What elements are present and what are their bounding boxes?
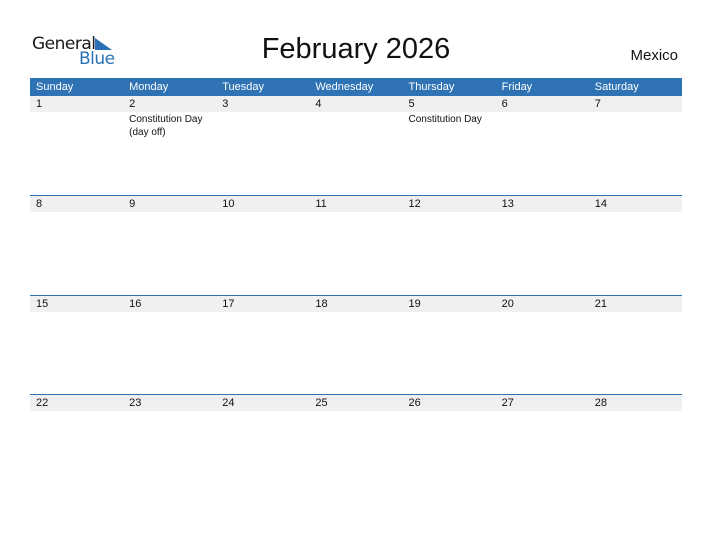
day-number: 18 xyxy=(315,298,328,310)
holiday-event xyxy=(589,312,682,313)
day-number: 16 xyxy=(129,298,142,310)
weekday-header: Sunday Monday Tuesday Wednesday Thursday… xyxy=(30,78,682,96)
day-number: 9 xyxy=(129,198,136,210)
holiday-event: Constitution Day (day off) xyxy=(129,114,203,138)
day-number: 14 xyxy=(594,198,607,210)
weekday-thursday: Thursday xyxy=(408,81,455,93)
holiday-event xyxy=(30,312,123,313)
events-row xyxy=(30,411,682,412)
day-number: 8 xyxy=(36,198,43,210)
week-row: 22 23 24 25 26 27 28 xyxy=(30,394,682,494)
holiday-event xyxy=(496,112,589,139)
holiday-event xyxy=(216,312,309,313)
day-number: 6 xyxy=(501,98,508,110)
holiday-event xyxy=(309,411,402,412)
holiday-event xyxy=(309,112,402,139)
day-number: 7 xyxy=(594,98,601,110)
day-number: 10 xyxy=(222,198,235,210)
day-number: 22 xyxy=(36,397,49,409)
day-number: 3 xyxy=(222,98,229,110)
holiday-event xyxy=(309,312,402,313)
day-number: 19 xyxy=(408,298,421,310)
day-number: 11 xyxy=(315,198,327,210)
day-number: 1 xyxy=(36,98,43,110)
holiday-event xyxy=(216,411,309,412)
day-number: 27 xyxy=(501,397,514,409)
day-number: 25 xyxy=(315,397,328,409)
weekday-monday: Monday xyxy=(129,81,169,93)
day-number-band: 8 9 10 11 12 13 14 xyxy=(30,196,682,212)
holiday-event xyxy=(403,411,496,412)
weekday-sunday: Sunday xyxy=(36,81,74,93)
day-number: 23 xyxy=(129,397,142,409)
holiday-event xyxy=(589,212,682,213)
holiday-event xyxy=(123,312,216,313)
day-number: 26 xyxy=(408,397,421,409)
weekday-tuesday: Tuesday xyxy=(222,81,265,93)
weekday-friday: Friday xyxy=(501,81,533,93)
week-row: 8 9 10 11 12 13 14 xyxy=(30,195,682,295)
events-row xyxy=(30,212,682,213)
weekday-saturday: Saturday xyxy=(594,81,639,93)
holiday-event xyxy=(123,212,216,213)
holiday-event xyxy=(496,411,589,412)
day-number: 2 xyxy=(129,98,136,110)
day-number: 28 xyxy=(594,397,607,409)
week-row: 1 2 3 4 5 6 7 Constitution Day (day off) Constit… xyxy=(30,96,682,195)
events-row xyxy=(30,312,682,313)
week-row: 15 16 17 18 19 20 21 xyxy=(30,295,682,395)
day-number: 13 xyxy=(501,198,514,210)
holiday-event xyxy=(403,312,496,313)
day-number-band: 1 2 3 4 5 6 7 xyxy=(30,96,682,112)
holiday-event xyxy=(30,212,123,213)
holiday-event xyxy=(403,212,496,213)
day-number: 21 xyxy=(594,298,607,310)
day-number: 24 xyxy=(222,397,235,409)
weekday-wednesday: Wednesday xyxy=(315,81,374,93)
events-row: Constitution Day (day off) Constitution D… xyxy=(30,112,682,139)
holiday-event xyxy=(496,212,589,213)
holiday-event xyxy=(589,112,682,139)
calendar-grid: Sunday Monday Tuesday Wednesday Thursday… xyxy=(30,78,682,411)
day-number-band: 22 23 24 25 26 27 28 xyxy=(30,395,682,411)
page-title: February 2026 xyxy=(261,33,451,65)
holiday-event xyxy=(30,411,123,412)
country-label: Mexico xyxy=(630,47,678,64)
day-number: 4 xyxy=(315,98,322,110)
holiday-event xyxy=(589,411,682,412)
holiday-event xyxy=(216,212,309,213)
day-number: 15 xyxy=(36,298,49,310)
day-number: 17 xyxy=(222,298,235,310)
holiday-event xyxy=(309,212,402,213)
holiday-event: Constitution Day xyxy=(408,114,482,125)
day-number: 5 xyxy=(408,98,415,110)
holiday-event xyxy=(496,312,589,313)
day-number: 12 xyxy=(408,198,421,210)
holiday-event xyxy=(123,411,216,412)
holiday-event xyxy=(30,112,123,139)
day-number-band: 15 16 17 18 19 20 21 xyxy=(30,296,682,312)
day-number: 20 xyxy=(501,298,514,310)
holiday-event xyxy=(216,112,309,139)
